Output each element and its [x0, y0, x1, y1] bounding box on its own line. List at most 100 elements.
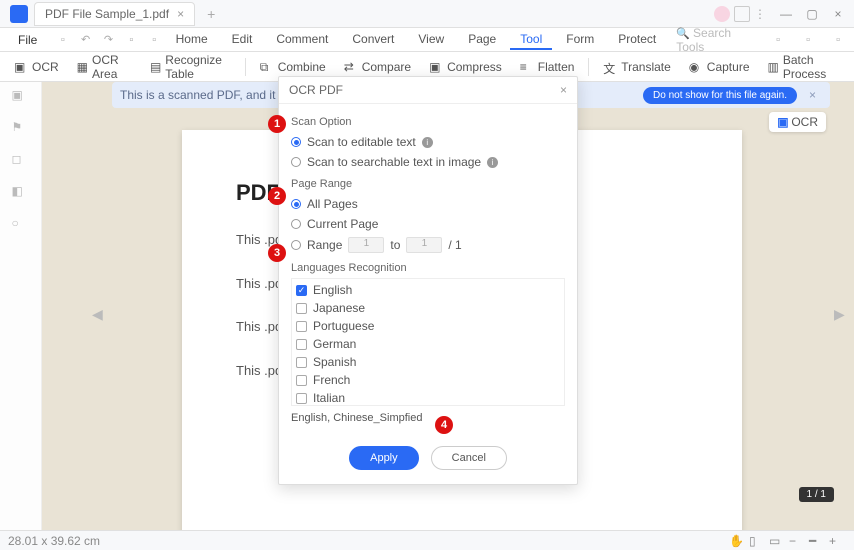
banner-dont-show[interactable]: Do not show for this file again.: [643, 87, 797, 104]
radio-scan-searchable[interactable]: Scan to searchable text in image i: [291, 152, 565, 172]
search-tools[interactable]: 🔍 Search Tools: [676, 26, 756, 54]
compress-icon: ▣: [429, 60, 443, 74]
menu-form[interactable]: Form: [556, 30, 604, 50]
info-icon[interactable]: i: [487, 157, 498, 168]
next-page-arrow[interactable]: ▶: [834, 306, 846, 326]
selected-languages: English, Chinese_Simpfied: [291, 406, 565, 426]
range-to-input[interactable]: 1: [406, 237, 442, 253]
ribbon-compress[interactable]: ▣Compress: [423, 58, 508, 76]
zoom-in-icon[interactable]: +: [829, 534, 843, 548]
radio-current-page[interactable]: Current Page: [291, 214, 565, 234]
ribbon-ocr[interactable]: ▣OCR: [8, 58, 65, 76]
ocr-badge[interactable]: ▣ OCR: [769, 112, 826, 132]
radio-icon[interactable]: [291, 240, 301, 250]
menu-home[interactable]: Home: [166, 30, 218, 50]
lang-item[interactable]: Japanese: [296, 299, 560, 317]
close-window-button[interactable]: ×: [826, 2, 850, 26]
menu-page[interactable]: Page: [458, 30, 506, 50]
menu-tool[interactable]: Tool: [510, 30, 552, 50]
radio-icon: [291, 137, 301, 147]
save-icon[interactable]: ▫: [55, 32, 70, 48]
ocr-area-icon: ▦: [77, 60, 88, 74]
ribbon-compare[interactable]: ⇄Compare: [338, 58, 417, 76]
menubar: File ▫ ↶ ↷ ▫ ▫ Home Edit Comment Convert…: [0, 28, 854, 52]
attachments-icon[interactable]: ◧: [12, 184, 30, 202]
combine-icon: ⧉: [260, 60, 274, 74]
ribbon-recognize-table[interactable]: ▤Recognize Table: [144, 51, 237, 83]
cloud-icon[interactable]: ▫: [800, 32, 816, 48]
maximize-button[interactable]: ▢: [800, 2, 824, 26]
lang-item[interactable]: Spanish: [296, 353, 560, 371]
prev-page-arrow[interactable]: ◀: [92, 306, 104, 326]
lang-item[interactable]: French: [296, 371, 560, 389]
fit-page-icon[interactable]: ▯: [749, 534, 763, 548]
brand-pill-icon: [714, 6, 730, 22]
checkbox-icon: [296, 357, 307, 368]
radio-scan-editable[interactable]: Scan to editable text i: [291, 132, 565, 152]
cancel-button[interactable]: Cancel: [431, 446, 507, 470]
menu-comment[interactable]: Comment: [266, 30, 338, 50]
close-tab-icon[interactable]: ×: [177, 7, 184, 21]
info-icon[interactable]: i: [422, 137, 433, 148]
radio-icon: [291, 219, 301, 229]
bookmarks-icon[interactable]: ⚑: [12, 120, 30, 138]
annotation-badge: 3: [268, 244, 286, 262]
language-list[interactable]: ✓English Japanese Portuguese German Span…: [291, 278, 565, 406]
search-icon[interactable]: ○: [12, 216, 30, 234]
ribbon-ocr-area[interactable]: ▦OCR Area: [71, 51, 138, 83]
email-icon[interactable]: ▫: [147, 32, 162, 48]
ribbon-batch[interactable]: ▥Batch Process: [762, 51, 847, 83]
window-controls: ⋮ — ▢ ×: [714, 2, 850, 26]
checkbox-icon: [296, 339, 307, 350]
ribbon-combine[interactable]: ⧉Combine: [254, 58, 332, 76]
banner-close-icon[interactable]: ×: [803, 88, 822, 102]
titlebar: PDF File Sample_1.pdf × + ⋮ — ▢ ×: [0, 0, 854, 28]
ribbon-capture[interactable]: ◉Capture: [683, 58, 756, 76]
history-icon[interactable]: ▫: [770, 32, 786, 48]
hand-tool-icon[interactable]: ✋: [729, 534, 743, 548]
redo-icon[interactable]: ↷: [101, 32, 116, 48]
menu-view[interactable]: View: [408, 30, 454, 50]
checkbox-icon: [296, 375, 307, 386]
comments-icon[interactable]: ◻: [12, 152, 30, 170]
apply-button[interactable]: Apply: [349, 446, 419, 470]
range-from-input[interactable]: 1: [348, 237, 384, 253]
document-tab-title: PDF File Sample_1.pdf: [45, 7, 169, 21]
ribbon-flatten[interactable]: ≡Flatten: [514, 58, 581, 76]
flatten-icon: ≡: [520, 60, 534, 74]
compare-icon: ⇄: [344, 60, 358, 74]
lang-item[interactable]: Portuguese: [296, 317, 560, 335]
minimize-button[interactable]: —: [774, 2, 798, 26]
ocr-pdf-dialog: OCR PDF × Scan Option Scan to editable t…: [278, 76, 578, 485]
dialog-close-icon[interactable]: ×: [560, 83, 567, 97]
document-tab[interactable]: PDF File Sample_1.pdf ×: [34, 2, 195, 26]
menu-edit[interactable]: Edit: [222, 30, 263, 50]
share-icon[interactable]: [734, 6, 750, 22]
menu-convert[interactable]: Convert: [342, 30, 404, 50]
page-range-label: Page Range: [291, 178, 565, 190]
home-icon[interactable]: ▫: [830, 32, 846, 48]
batch-icon: ▥: [768, 60, 779, 74]
undo-icon[interactable]: ↶: [78, 32, 93, 48]
range-to-label: to: [390, 238, 400, 252]
radio-icon: [291, 157, 301, 167]
annotation-badge: 1: [268, 115, 286, 133]
radio-all-pages[interactable]: All Pages: [291, 194, 565, 214]
menu-protect[interactable]: Protect: [608, 30, 666, 50]
lang-item[interactable]: German: [296, 335, 560, 353]
translate-icon: 文: [603, 60, 617, 74]
range-total: / 1: [448, 238, 461, 252]
fit-width-icon[interactable]: ▭: [769, 534, 783, 548]
zoom-slider[interactable]: ━: [809, 534, 823, 548]
more-icon[interactable]: ⋮: [754, 7, 766, 21]
thumbnails-icon[interactable]: ▣: [12, 88, 30, 106]
checkbox-icon: [296, 393, 307, 404]
ribbon-translate[interactable]: 文Translate: [597, 58, 677, 76]
zoom-out-icon[interactable]: −: [789, 534, 803, 548]
print-icon[interactable]: ▫: [124, 32, 139, 48]
file-menu[interactable]: File: [4, 33, 51, 47]
statusbar: 28.01 x 39.62 cm ✋ ▯ ▭ − ━ +: [0, 530, 854, 550]
new-tab-button[interactable]: +: [201, 6, 221, 22]
lang-item[interactable]: Italian: [296, 389, 560, 406]
lang-item[interactable]: ✓English: [296, 281, 560, 299]
